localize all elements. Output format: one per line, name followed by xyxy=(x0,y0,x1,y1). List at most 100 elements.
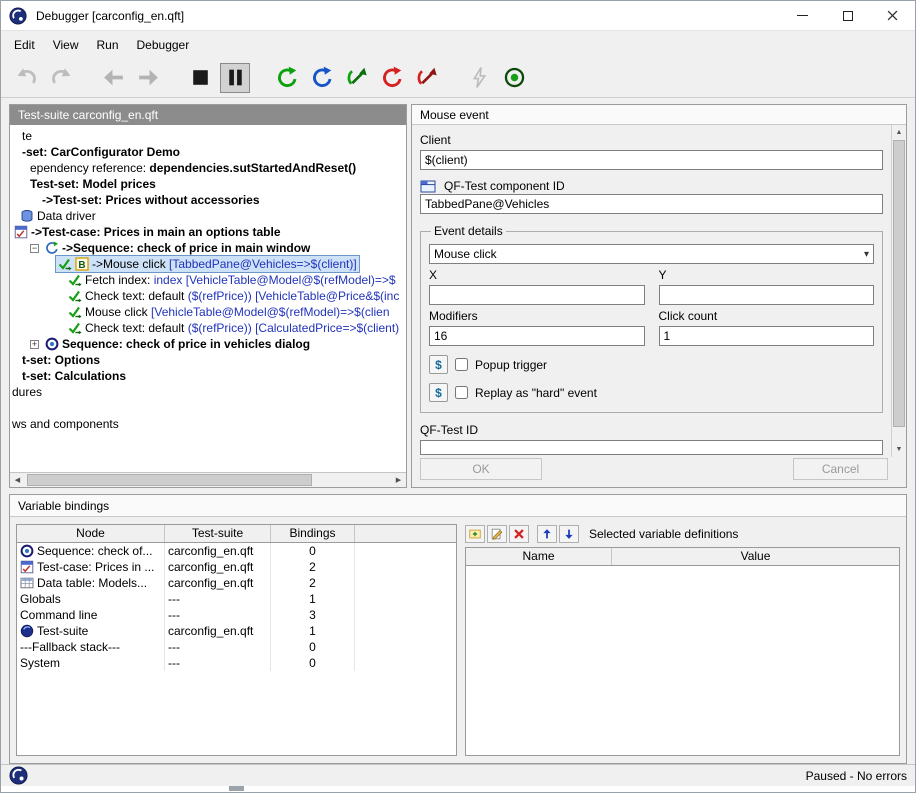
tree-node-content[interactable]: Fetch index: index [VehicleTable@Model@$… xyxy=(66,272,398,288)
tree-horizontal-scrollbar[interactable]: ◀ ▶ xyxy=(10,472,406,487)
menu-debugger[interactable]: Debugger xyxy=(128,35,199,55)
tree-node[interactable]: te xyxy=(10,128,406,144)
column-header-name[interactable]: Name xyxy=(466,548,612,565)
add-variable-button[interactable] xyxy=(465,525,485,543)
tree-node[interactable]: Check text: default ($(refPrice)) [Vehic… xyxy=(10,288,406,304)
binding-row[interactable]: System---0 xyxy=(17,655,456,671)
scrollbar-track[interactable] xyxy=(25,473,391,488)
tree-node-content[interactable]: Data driver xyxy=(18,208,98,224)
throw-error-button[interactable] xyxy=(464,63,494,93)
undo-button[interactable] xyxy=(11,63,41,93)
maximize-button[interactable] xyxy=(825,1,870,30)
binding-row[interactable]: Test-suitecarconfig_en.qft1 xyxy=(17,623,456,639)
move-up-button[interactable] xyxy=(537,525,557,543)
menu-edit[interactable]: Edit xyxy=(5,35,44,55)
tree-node[interactable]: Test-set: Model prices xyxy=(10,176,406,192)
menu-view[interactable]: View xyxy=(44,35,88,55)
tree-node[interactable]: dures xyxy=(10,384,406,400)
tree-node-content[interactable]: Check text: default ($(refPrice)) [Vehic… xyxy=(66,288,401,304)
stop-button[interactable] xyxy=(185,63,215,93)
forward-button[interactable] xyxy=(133,63,163,93)
tree-node[interactable]: B->Mouse click [TabbedPane@Vehicles=>$(c… xyxy=(10,256,406,272)
scroll-right-icon[interactable]: ▶ xyxy=(391,473,406,488)
scrollbar-thumb[interactable] xyxy=(27,474,312,486)
tree-node[interactable]: Fetch index: index [VehicleTable@Model@$… xyxy=(10,272,406,288)
binding-row[interactable]: Command line---3 xyxy=(17,607,456,623)
tree-node-content[interactable]: Mouse click [VehicleTable@Model@$(refMod… xyxy=(66,304,392,320)
skip-over-button[interactable] xyxy=(377,63,407,93)
qftest-id-input[interactable] xyxy=(420,440,883,455)
tree-node-content[interactable]: t-set: Options xyxy=(20,352,102,368)
click-count-input[interactable] xyxy=(659,326,875,346)
tree-node-content[interactable]: Check text: default ($(refPrice)) [Calcu… xyxy=(66,320,401,336)
ok-button[interactable]: OK xyxy=(420,458,542,480)
scroll-left-icon[interactable]: ◀ xyxy=(10,473,25,488)
column-header-value[interactable]: Value xyxy=(612,548,899,565)
tree-node-content[interactable]: ->Sequence: check of price in main windo… xyxy=(43,240,312,256)
tree-node[interactable]: Mouse click [VehicleTable@Model@$(refMod… xyxy=(10,304,406,320)
x-input[interactable] xyxy=(429,285,645,305)
client-input[interactable] xyxy=(420,150,883,170)
minimize-button[interactable] xyxy=(780,1,825,30)
tree-node[interactable]: -set: CarConfigurator Demo xyxy=(10,144,406,160)
binding-row[interactable]: Sequence: check of...carconfig_en.qft0 xyxy=(17,543,456,559)
tree-node-content[interactable]: t-set: Calculations xyxy=(20,368,128,384)
back-button[interactable] xyxy=(98,63,128,93)
record-button[interactable] xyxy=(499,63,529,93)
tree-node-content[interactable]: dures xyxy=(10,384,44,400)
scrollbar-track[interactable] xyxy=(892,140,906,442)
tree-node-content[interactable]: te xyxy=(20,128,34,144)
step-over-button[interactable] xyxy=(307,63,337,93)
scroll-down-icon[interactable]: ▼ xyxy=(892,442,906,457)
tree-node-content[interactable]: -set: CarConfigurator Demo xyxy=(20,144,182,160)
detail-vertical-scrollbar[interactable]: ▲ ▼ xyxy=(891,125,906,457)
modifiers-input[interactable] xyxy=(429,326,645,346)
tree-node-content[interactable]: ->Test-case: Prices in main an options t… xyxy=(12,224,283,240)
tree-node[interactable]: ws and components xyxy=(10,416,406,432)
scroll-up-icon[interactable]: ▲ xyxy=(892,125,906,140)
tree-node[interactable]: −->Sequence: check of price in main wind… xyxy=(10,240,406,256)
replay-hard-variable-button[interactable]: $ xyxy=(429,383,448,402)
tree-node[interactable]: ->Test-set: Prices without accessories xyxy=(10,192,406,208)
scrollbar-thumb[interactable] xyxy=(893,140,905,427)
tree-node[interactable]: + Sequence: check of price in vehicles di… xyxy=(10,336,406,352)
pause-button[interactable] xyxy=(220,63,250,93)
column-header-test-suite[interactable]: Test-suite xyxy=(165,525,271,542)
component-id-input[interactable] xyxy=(420,194,883,214)
expand-icon[interactable]: + xyxy=(30,340,39,349)
y-input[interactable] xyxy=(659,285,875,305)
continue-button[interactable] xyxy=(272,63,302,93)
redo-button[interactable] xyxy=(46,63,76,93)
tree-node[interactable]: ependency reference: dependencies.sutSta… xyxy=(10,160,406,176)
tree-node[interactable]: t-set: Options xyxy=(10,352,406,368)
tree-node[interactable]: t-set: Calculations xyxy=(10,368,406,384)
popup-trigger-variable-button[interactable]: $ xyxy=(429,355,448,374)
tree-node-content[interactable]: Test-set: Model prices xyxy=(28,176,158,192)
tree-node-content[interactable]: Sequence: check of price in vehicles dia… xyxy=(43,336,312,352)
tree-node-selected[interactable]: B->Mouse click [TabbedPane@Vehicles=>$(c… xyxy=(56,256,359,272)
tree-node[interactable]: Check text: default ($(refPrice)) [Calcu… xyxy=(10,320,406,336)
binding-row[interactable]: ---Fallback stack------0 xyxy=(17,639,456,655)
tree-node[interactable]: Data driver xyxy=(10,208,406,224)
menu-run[interactable]: Run xyxy=(87,35,127,55)
cancel-button[interactable]: Cancel xyxy=(793,458,888,480)
close-button[interactable] xyxy=(870,1,915,30)
tree-node[interactable]: ->Test-case: Prices in main an options t… xyxy=(10,224,406,240)
binding-row[interactable]: Data table: Models...carconfig_en.qft2 xyxy=(17,575,456,591)
skip-out-button[interactable] xyxy=(412,63,442,93)
tree-node-content[interactable]: ependency reference: dependencies.sutSta… xyxy=(28,160,358,176)
delete-variable-button[interactable] xyxy=(509,525,529,543)
step-into-button[interactable] xyxy=(342,63,372,93)
move-down-button[interactable] xyxy=(559,525,579,543)
edit-variable-button[interactable] xyxy=(487,525,507,543)
event-type-select[interactable]: Mouse click ▾ xyxy=(429,244,874,264)
popup-trigger-checkbox[interactable] xyxy=(455,358,468,371)
column-header-bindings[interactable]: Bindings xyxy=(271,525,355,542)
binding-row[interactable]: Test-case: Prices in ...carconfig_en.qft… xyxy=(17,559,456,575)
tree-node-content[interactable]: ws and components xyxy=(10,416,121,432)
collapse-icon[interactable]: − xyxy=(30,244,39,253)
replay-hard-checkbox[interactable] xyxy=(455,386,468,399)
tree-node-content[interactable]: ->Test-set: Prices without accessories xyxy=(40,192,262,208)
binding-row[interactable]: Globals---1 xyxy=(17,591,456,607)
column-header-node[interactable]: Node xyxy=(17,525,165,542)
